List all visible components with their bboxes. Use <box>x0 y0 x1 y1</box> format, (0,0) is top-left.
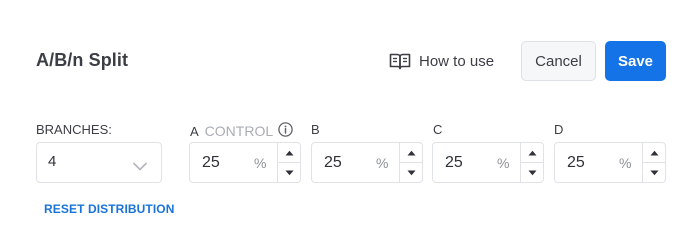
branch-a-percent-input[interactable]: 25 % <box>189 142 301 183</box>
caret-down-icon <box>285 170 293 175</box>
how-to-use-label: How to use <box>419 52 495 70</box>
branch-b-label: B <box>311 122 320 137</box>
caret-up-icon <box>285 150 293 155</box>
decrement-button[interactable] <box>400 163 422 182</box>
percent-value[interactable]: 25 <box>445 154 463 172</box>
branches-selected-value: 4 <box>48 153 57 170</box>
caret-down-icon <box>407 170 415 175</box>
percent-value[interactable]: 25 <box>202 154 220 172</box>
percent-stepper <box>277 143 300 182</box>
increment-button[interactable] <box>278 143 300 163</box>
branch-b-percent-input[interactable]: 25 % <box>311 142 423 183</box>
caret-down-icon <box>650 170 658 175</box>
decrement-button[interactable] <box>278 163 300 182</box>
decrement-button[interactable] <box>521 163 543 182</box>
reset-distribution-link[interactable]: RESET DISTRIBUTION <box>44 202 174 216</box>
branch-d-percent-input[interactable]: 25 % <box>554 142 666 183</box>
percent-value[interactable]: 25 <box>324 154 342 172</box>
how-to-use-link[interactable]: How to use <box>389 47 494 75</box>
increment-button[interactable] <box>643 143 665 163</box>
branch-letter: A <box>190 123 199 139</box>
percent-value[interactable]: 25 <box>567 154 585 172</box>
percent-stepper <box>399 143 422 182</box>
percent-unit: % <box>254 155 267 171</box>
chevron-down-icon <box>133 158 147 176</box>
info-icon[interactable] <box>278 122 293 140</box>
caret-up-icon <box>528 150 536 155</box>
increment-button[interactable] <box>521 143 543 163</box>
branches-select[interactable]: 4 <box>36 142 162 183</box>
percent-stepper <box>520 143 543 182</box>
caret-up-icon <box>650 150 658 155</box>
save-button[interactable]: Save <box>605 41 666 81</box>
branches-label: BRANCHES: <box>36 122 112 137</box>
percent-unit: % <box>619 155 632 171</box>
branch-a-label: A CONTROL <box>190 122 293 140</box>
branch-c-percent-input[interactable]: 25 % <box>432 142 544 183</box>
increment-button[interactable] <box>400 143 422 163</box>
percent-stepper <box>642 143 665 182</box>
percent-unit: % <box>376 155 389 171</box>
branch-c-label: C <box>433 122 442 137</box>
percent-unit: % <box>497 155 510 171</box>
decrement-button[interactable] <box>643 163 665 182</box>
caret-up-icon <box>407 150 415 155</box>
caret-down-icon <box>528 170 536 175</box>
cancel-button[interactable]: Cancel <box>521 41 596 81</box>
branch-d-label: D <box>554 122 563 137</box>
branch-letter: B <box>311 122 320 137</box>
branch-letter: C <box>433 122 443 137</box>
book-open-icon <box>389 52 411 70</box>
control-tag: CONTROL <box>204 123 274 139</box>
page-title: A/B/n Split <box>36 50 129 70</box>
branch-letter: D <box>554 122 564 137</box>
